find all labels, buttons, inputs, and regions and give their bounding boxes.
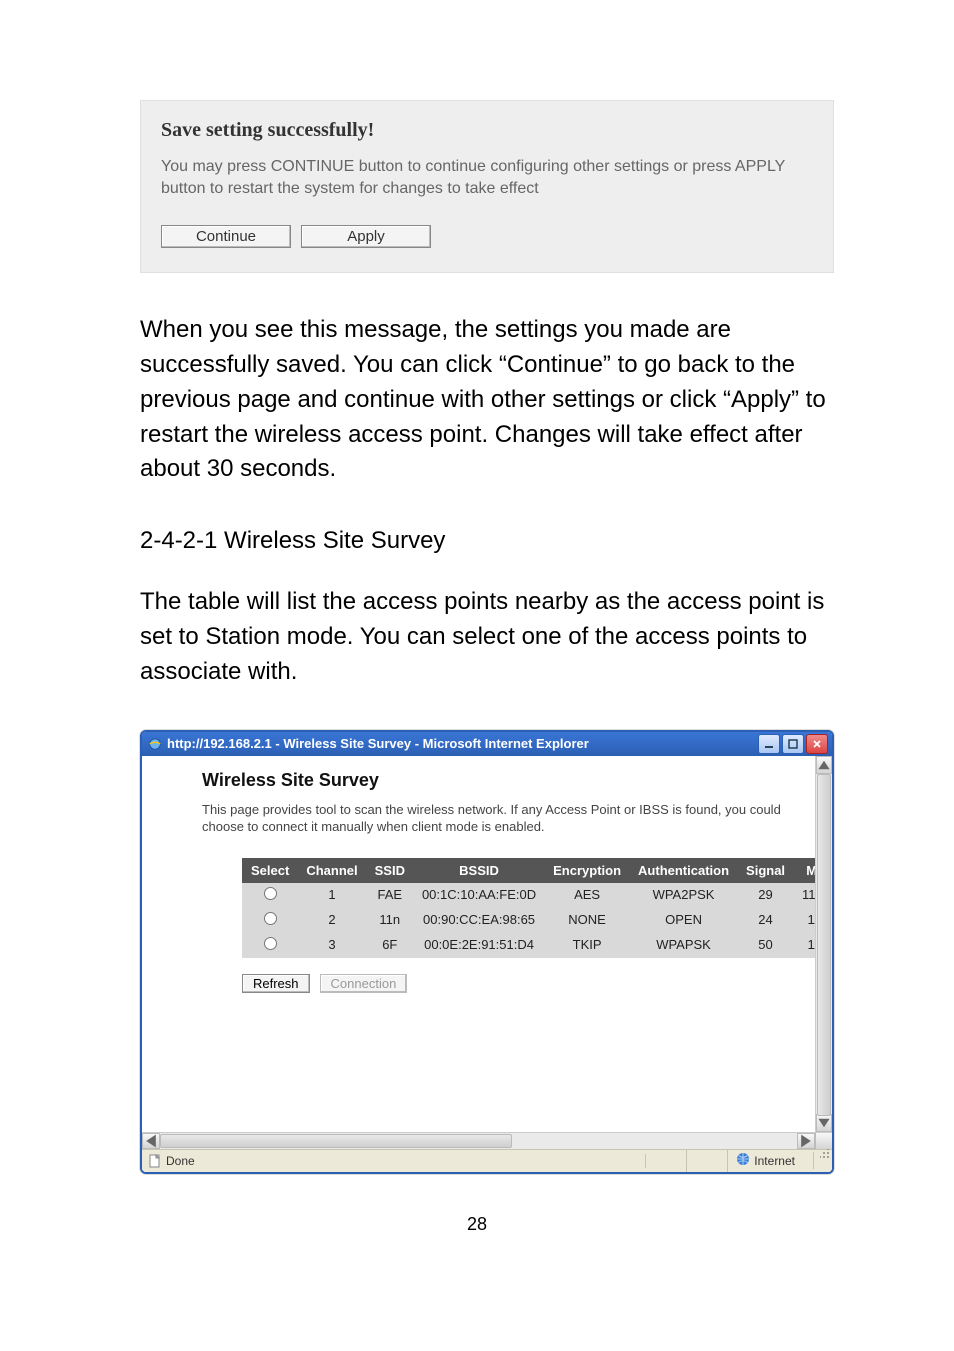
save-buttons: Continue Apply (161, 225, 813, 248)
scroll-corner (815, 1133, 832, 1149)
survey-table: Select Channel SSID BSSID Encryption Aut… (242, 858, 832, 958)
cell-encryption: TKIP (545, 932, 630, 957)
vscroll-thumb[interactable] (817, 774, 831, 1116)
minimize-button[interactable] (758, 734, 780, 754)
cell-signal: 29 (738, 882, 794, 907)
body-paragraph-2: The table will list the access points ne… (140, 585, 834, 689)
status-separator (646, 1150, 687, 1172)
ie-content: Wireless Site Survey This page provides … (142, 756, 832, 1132)
status-text: Done (166, 1154, 195, 1168)
select-radio[interactable] (264, 937, 277, 950)
horizontal-scrollbar[interactable] (142, 1132, 832, 1149)
cell-ssid: 6F (366, 932, 413, 957)
vscroll-track[interactable] (816, 774, 832, 1114)
cell-channel: 3 (298, 932, 366, 957)
select-radio[interactable] (264, 887, 277, 900)
scroll-left-icon[interactable] (142, 1133, 160, 1149)
cell-signal: 50 (738, 932, 794, 957)
cell-auth: WPA2PSK (630, 882, 738, 907)
close-button[interactable] (806, 734, 828, 754)
cell-auth: OPEN (630, 907, 738, 932)
cell-auth: WPAPSK (630, 932, 738, 957)
save-message: You may press CONTINUE button to continu… (161, 156, 813, 199)
cell-bssid: 00:0E:2E:91:51:D4 (413, 932, 544, 957)
hscroll-track[interactable] (160, 1133, 797, 1149)
security-zone: Internet (728, 1152, 814, 1169)
cell-channel: 1 (298, 882, 366, 907)
cell-encryption: AES (545, 882, 630, 907)
ie-logo-icon (148, 737, 162, 751)
window-controls (758, 734, 828, 754)
body-paragraph-1: When you see this message, the settings … (140, 313, 834, 487)
cell-ssid: 11n (366, 907, 413, 932)
ie-title-text: http://192.168.2.1 - Wireless Site Surve… (167, 736, 758, 751)
continue-button[interactable]: Continue (161, 225, 291, 248)
cell-channel: 2 (298, 907, 366, 932)
section-heading: 2-4-2-1 Wireless Site Survey (140, 527, 834, 555)
col-authentication: Authentication (630, 858, 738, 882)
internet-zone-icon (736, 1152, 750, 1169)
page-icon (148, 1154, 162, 1168)
table-row: 2 11n 00:90:CC:EA:98:65 NONE OPEN 24 11b… (243, 907, 833, 932)
page-title: Wireless Site Survey (202, 770, 810, 791)
status-separator (687, 1150, 728, 1172)
ie-titlebar[interactable]: http://192.168.2.1 - Wireless Site Surve… (142, 732, 832, 756)
scroll-up-icon[interactable] (816, 756, 832, 774)
scroll-right-icon[interactable] (797, 1133, 815, 1149)
col-select: Select (243, 858, 298, 882)
page-description: This page provides tool to scan the wire… (202, 801, 810, 836)
save-title: Save setting successfully! (161, 119, 813, 142)
connection-button[interactable]: Connection (320, 974, 408, 993)
cell-bssid: 00:90:CC:EA:98:65 (413, 907, 544, 932)
cell-bssid: 00:1C:10:AA:FE:0D (413, 882, 544, 907)
refresh-button[interactable]: Refresh (242, 974, 310, 993)
scroll-down-icon[interactable] (816, 1114, 832, 1132)
cell-signal: 24 (738, 907, 794, 932)
table-header-row: Select Channel SSID BSSID Encryption Aut… (243, 858, 833, 882)
col-bssid: BSSID (413, 858, 544, 882)
status-left: Done (142, 1154, 646, 1168)
page-number: 28 (0, 1214, 954, 1235)
table-row: 3 6F 00:0E:2E:91:51:D4 TKIP WPAPSK 50 11… (243, 932, 833, 957)
col-ssid: SSID (366, 858, 413, 882)
col-channel: Channel (298, 858, 366, 882)
col-encryption: Encryption (545, 858, 630, 882)
hscroll-thumb[interactable] (160, 1134, 512, 1148)
ie-body: Wireless Site Survey This page provides … (142, 756, 832, 1172)
status-bar: Done Internet (142, 1149, 832, 1172)
table-row: 1 FAE 00:1C:10:AA:FE:0D AES WPA2PSK 29 1… (243, 882, 833, 907)
cell-ssid: FAE (366, 882, 413, 907)
select-radio[interactable] (264, 912, 277, 925)
vertical-scrollbar[interactable] (815, 756, 832, 1132)
col-signal: Signal (738, 858, 794, 882)
table-buttons: Refresh Connection (242, 974, 810, 993)
save-setting-panel: Save setting successfully! You may press… (140, 100, 834, 273)
maximize-button[interactable] (782, 734, 804, 754)
ie-window: http://192.168.2.1 - Wireless Site Surve… (140, 730, 834, 1174)
apply-button[interactable]: Apply (301, 225, 431, 248)
cell-encryption: NONE (545, 907, 630, 932)
zone-text: Internet (754, 1154, 795, 1168)
